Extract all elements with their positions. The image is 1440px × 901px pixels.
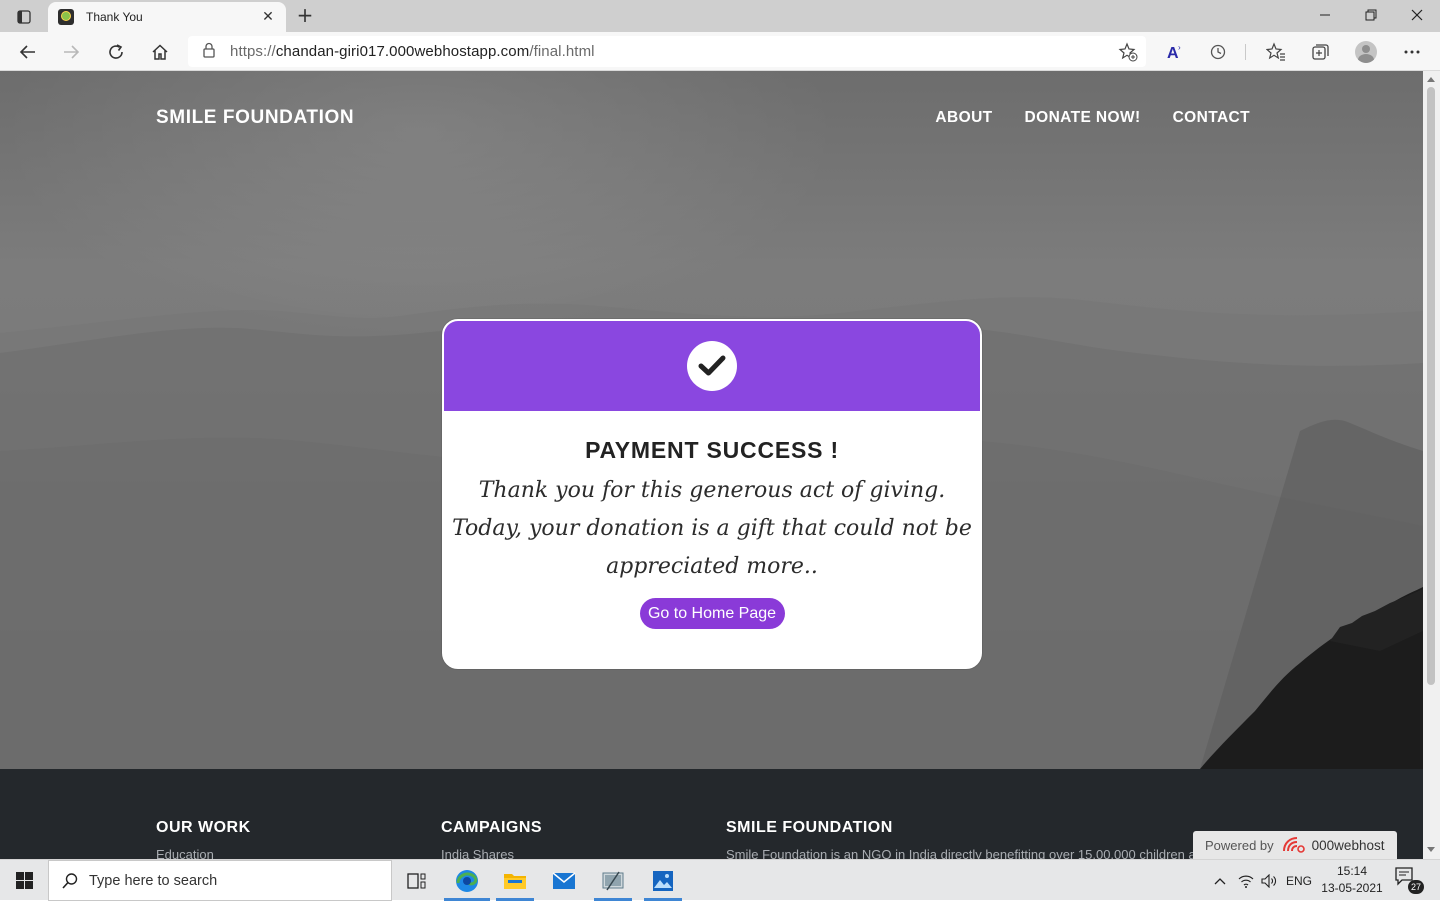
new-tab-button[interactable]: + — [294, 5, 316, 27]
task-view-icon — [407, 872, 426, 889]
browser-tab[interactable]: Thank You ✕ — [48, 2, 286, 32]
page-scrollbar[interactable] — [1423, 71, 1440, 859]
card-header — [444, 321, 980, 411]
input-language-button[interactable]: ENG — [1283, 860, 1315, 901]
nav-contact-link[interactable]: CONTACT — [1173, 109, 1250, 127]
history-icon[interactable] — [1203, 37, 1233, 67]
refresh-button[interactable] — [101, 37, 131, 67]
folder-icon — [504, 873, 526, 889]
snipping-app-button[interactable] — [590, 860, 636, 901]
payment-success-card: PAYMENT SUCCESS ! Thank you for this gen… — [442, 319, 982, 669]
site-brand[interactable]: SMILE FOUNDATION — [156, 107, 354, 129]
footer-link[interactable]: Education — [156, 847, 251, 859]
taskbar-search[interactable] — [48, 860, 392, 901]
volume-button[interactable] — [1258, 860, 1280, 901]
favorites-icon[interactable] — [1261, 37, 1291, 67]
site-favicon-icon — [58, 9, 74, 25]
collections-icon[interactable] — [1305, 37, 1335, 67]
mail-app-button[interactable] — [541, 860, 587, 901]
home-button[interactable] — [145, 37, 175, 67]
search-input[interactable] — [89, 872, 369, 889]
edge-app-button[interactable] — [444, 860, 490, 901]
task-view-button[interactable] — [394, 860, 440, 901]
profile-avatar[interactable] — [1351, 37, 1381, 67]
scroll-up-icon[interactable] — [1427, 77, 1435, 82]
screenshot-tool-icon — [602, 871, 624, 890]
photos-app-button[interactable] — [640, 860, 686, 901]
system-clock[interactable]: 15:14 13-05-2021 — [1318, 863, 1386, 897]
wifi-icon — [1238, 875, 1254, 888]
toolbar-separator — [1245, 44, 1246, 60]
scroll-down-icon[interactable] — [1427, 847, 1435, 852]
language-indicator: ENG — [1285, 873, 1312, 888]
settings-more-icon[interactable] — [1397, 37, 1427, 67]
read-aloud-icon[interactable]: A › — [1160, 37, 1190, 67]
restore-button[interactable] — [1348, 0, 1394, 30]
windows-logo-icon — [15, 872, 33, 889]
start-button[interactable] — [0, 860, 48, 901]
photos-icon — [653, 870, 673, 891]
go-home-button[interactable]: Go to Home Page — [639, 598, 785, 629]
notification-count-badge: 27 — [1408, 880, 1424, 894]
nav-donate-link[interactable]: DONATE NOW! — [1025, 109, 1141, 127]
powered-by-brand: 000webhost — [1311, 837, 1385, 853]
svg-text:›: › — [1178, 43, 1181, 52]
forward-button[interactable] — [56, 37, 86, 67]
lock-icon[interactable] — [202, 42, 216, 62]
search-icon — [62, 872, 78, 889]
profile-icon — [1355, 41, 1377, 63]
powered-by-label: Powered by — [1205, 837, 1274, 853]
thank-you-message: Thank you for this generous act of givin… — [452, 478, 972, 579]
network-button[interactable] — [1234, 860, 1258, 901]
file-explorer-button[interactable] — [492, 860, 538, 901]
chevron-up-icon — [1214, 877, 1226, 884]
checkmark-icon — [687, 341, 737, 391]
site-nav: ABOUT DONATE NOW! CONTACT — [935, 109, 1250, 127]
footer-heading: OUR WORK — [156, 819, 251, 836]
footer-column-campaigns: CAMPAIGNS India Shares — [441, 819, 542, 859]
footer-column-about: SMILE FOUNDATION Smile Foundation is an … — [726, 819, 1210, 859]
edge-icon — [456, 869, 478, 892]
url-text: https://chandan-giri017.000webhostapp.co… — [230, 43, 595, 60]
footer-text: Smile Foundation is an NGO in India dire… — [726, 847, 1211, 859]
back-button[interactable] — [13, 37, 43, 67]
add-favorite-icon[interactable] — [1118, 42, 1138, 66]
clock-time: 15:14 — [1336, 864, 1368, 878]
close-tab-icon[interactable]: ✕ — [260, 9, 276, 25]
footer-link[interactable]: India Shares — [441, 847, 542, 859]
success-title: PAYMENT SUCCESS ! — [585, 437, 839, 463]
browser-titlebar: Thank You ✕ + — [0, 0, 1440, 32]
mail-icon — [552, 871, 576, 889]
powered-by-badge[interactable]: Powered by 000webhost — [1193, 831, 1397, 859]
speaker-icon — [1261, 873, 1276, 888]
footer-heading: CAMPAIGNS — [441, 819, 543, 836]
footer-heading: SMILE FOUNDATION — [726, 819, 893, 836]
action-center-button[interactable]: 27 — [1394, 866, 1426, 896]
000webhost-logo-icon — [1282, 835, 1306, 856]
scroll-thumb[interactable] — [1427, 87, 1435, 685]
address-bar[interactable]: https://chandan-giri017.000webhostapp.co… — [188, 36, 1146, 67]
tab-actions-icon[interactable] — [10, 6, 38, 28]
page-viewport: SMILE FOUNDATION ABOUT DONATE NOW! CONTA… — [0, 71, 1423, 859]
windows-taskbar: ENG 15:14 13-05-2021 27 — [0, 859, 1440, 901]
tab-title: Thank You — [86, 10, 143, 24]
browser-toolbar: https://chandan-giri017.000webhostapp.co… — [0, 32, 1440, 71]
close-window-button[interactable] — [1394, 0, 1440, 30]
window-controls — [1302, 0, 1440, 30]
show-hidden-icons-button[interactable] — [1208, 860, 1232, 901]
minimize-button[interactable] — [1302, 0, 1348, 30]
footer-column-our-work: OUR WORK Education — [156, 819, 251, 859]
nav-about-link[interactable]: ABOUT — [935, 109, 992, 127]
clock-date: 13-05-2021 — [1321, 881, 1383, 895]
